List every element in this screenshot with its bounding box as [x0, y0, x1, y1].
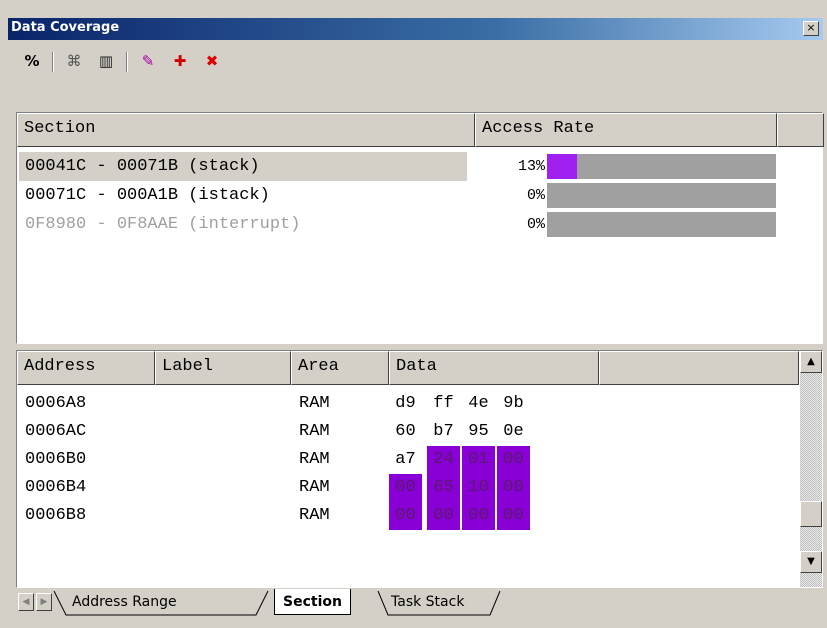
area-cell: RAM	[299, 394, 330, 413]
section-row[interactable]: 0F8980 - 0F8AAE (interrupt)	[19, 210, 467, 239]
add-item-icon[interactable]: ✚	[168, 50, 192, 72]
percent-icon[interactable]: %	[20, 50, 44, 72]
toolbar: % ⌘ ▥ ✎ ✚ ✖	[8, 44, 823, 74]
data-byte: 95	[468, 422, 489, 441]
scroll-up-button[interactable]: ▲	[800, 351, 822, 373]
column-header-empty	[599, 351, 799, 385]
table-row[interactable]: 0006B0 RAM a7 24 01 00	[19, 446, 799, 474]
data-byte: 10	[462, 474, 495, 502]
table-row[interactable]: 0006B8 RAM 00 00 00 00	[19, 502, 799, 530]
address-cell: 0006A8	[25, 394, 87, 413]
area-cell: RAM	[299, 506, 330, 525]
data-byte: 00	[497, 502, 530, 530]
section-row[interactable]: 00071C - 000A1B (istack)	[19, 181, 467, 210]
table-row[interactable]: 0006A8 RAM d9 ff 4e 9b	[19, 390, 799, 418]
data-byte: 4e	[468, 394, 489, 413]
tab-section[interactable]: Section	[274, 589, 351, 615]
data-byte: 9b	[503, 394, 524, 413]
column-header-section[interactable]: Section	[17, 113, 475, 147]
column-header-empty	[777, 113, 824, 147]
scroll-thumb[interactable]	[800, 501, 822, 527]
data-byte: 00	[389, 502, 422, 530]
vertical-scrollbar[interactable]: ▲ ▼	[800, 351, 822, 587]
rate-bar	[547, 212, 776, 237]
area-cell: RAM	[299, 422, 330, 441]
column-header-data[interactable]: Data	[389, 351, 599, 385]
address-cell: 0006B0	[25, 450, 87, 469]
tab-scroll-right-button[interactable]: ▶	[36, 593, 52, 611]
data-byte: 00	[427, 502, 460, 530]
tab-scroll-left-button[interactable]: ◀	[18, 593, 34, 611]
area-cell: RAM	[299, 478, 330, 497]
rate-bar-fill	[547, 154, 577, 179]
broom-icon[interactable]: ✎	[136, 50, 160, 72]
data-byte: 00	[389, 474, 422, 502]
data-byte: 00	[497, 446, 530, 474]
data-byte: a7	[395, 450, 416, 469]
data-byte: 24	[427, 446, 460, 474]
window-title: Data Coverage	[11, 20, 120, 35]
rate-bar	[547, 154, 776, 179]
memory-panel: Address Label Area Data 0006A8 RAM d9 ff 4e 9…	[16, 350, 823, 588]
rate-percent: 0%	[526, 187, 545, 204]
tab-task-stack[interactable]: Task Stack	[391, 589, 464, 615]
table-row[interactable]: 0006AC RAM 60 b7 95 0e	[19, 418, 799, 446]
radar-icon[interactable]: ⌘	[62, 50, 86, 72]
window-titlebar: Data Coverage ×	[0, 0, 827, 40]
data-byte: 00	[462, 502, 495, 530]
toolbar-separator	[52, 52, 54, 72]
data-byte: 65	[427, 474, 460, 502]
section-panel: Section Access Rate 00041C - 00071B (sta…	[16, 112, 824, 344]
column-header-address[interactable]: Address	[17, 351, 155, 385]
rate-bar	[547, 183, 776, 208]
data-byte: 0e	[503, 422, 524, 441]
memory-icon[interactable]: ▥	[94, 50, 118, 72]
rate-percent: 0%	[526, 216, 545, 233]
rate-percent: 13%	[517, 158, 545, 175]
tab-address-range[interactable]: Address Range	[72, 589, 177, 615]
table-row[interactable]: 0006B4 RAM 00 65 10 00	[19, 474, 799, 502]
area-cell: RAM	[299, 450, 330, 469]
title-strip: Data Coverage ×	[8, 18, 823, 40]
tab-bar: ◀ ▶ Address Range Section Task Stack	[16, 589, 823, 617]
close-button[interactable]: ×	[803, 21, 819, 36]
column-header-label[interactable]: Label	[155, 351, 291, 385]
delete-item-icon[interactable]: ✖	[200, 50, 224, 72]
data-byte: 60	[395, 422, 416, 441]
data-byte: d9	[395, 394, 416, 413]
data-byte: b7	[433, 422, 454, 441]
address-cell: 0006B4	[25, 478, 87, 497]
column-header-area[interactable]: Area	[291, 351, 389, 385]
scroll-down-button[interactable]: ▼	[800, 551, 822, 573]
data-byte: ff	[433, 394, 454, 413]
data-byte: 01	[462, 446, 495, 474]
data-byte: 00	[497, 474, 530, 502]
column-header-access-rate[interactable]: Access Rate	[475, 113, 777, 147]
section-row[interactable]: 00041C - 00071B (stack)	[19, 152, 467, 181]
toolbar-separator	[126, 52, 128, 72]
address-cell: 0006B8	[25, 506, 87, 525]
address-cell: 0006AC	[25, 422, 87, 441]
